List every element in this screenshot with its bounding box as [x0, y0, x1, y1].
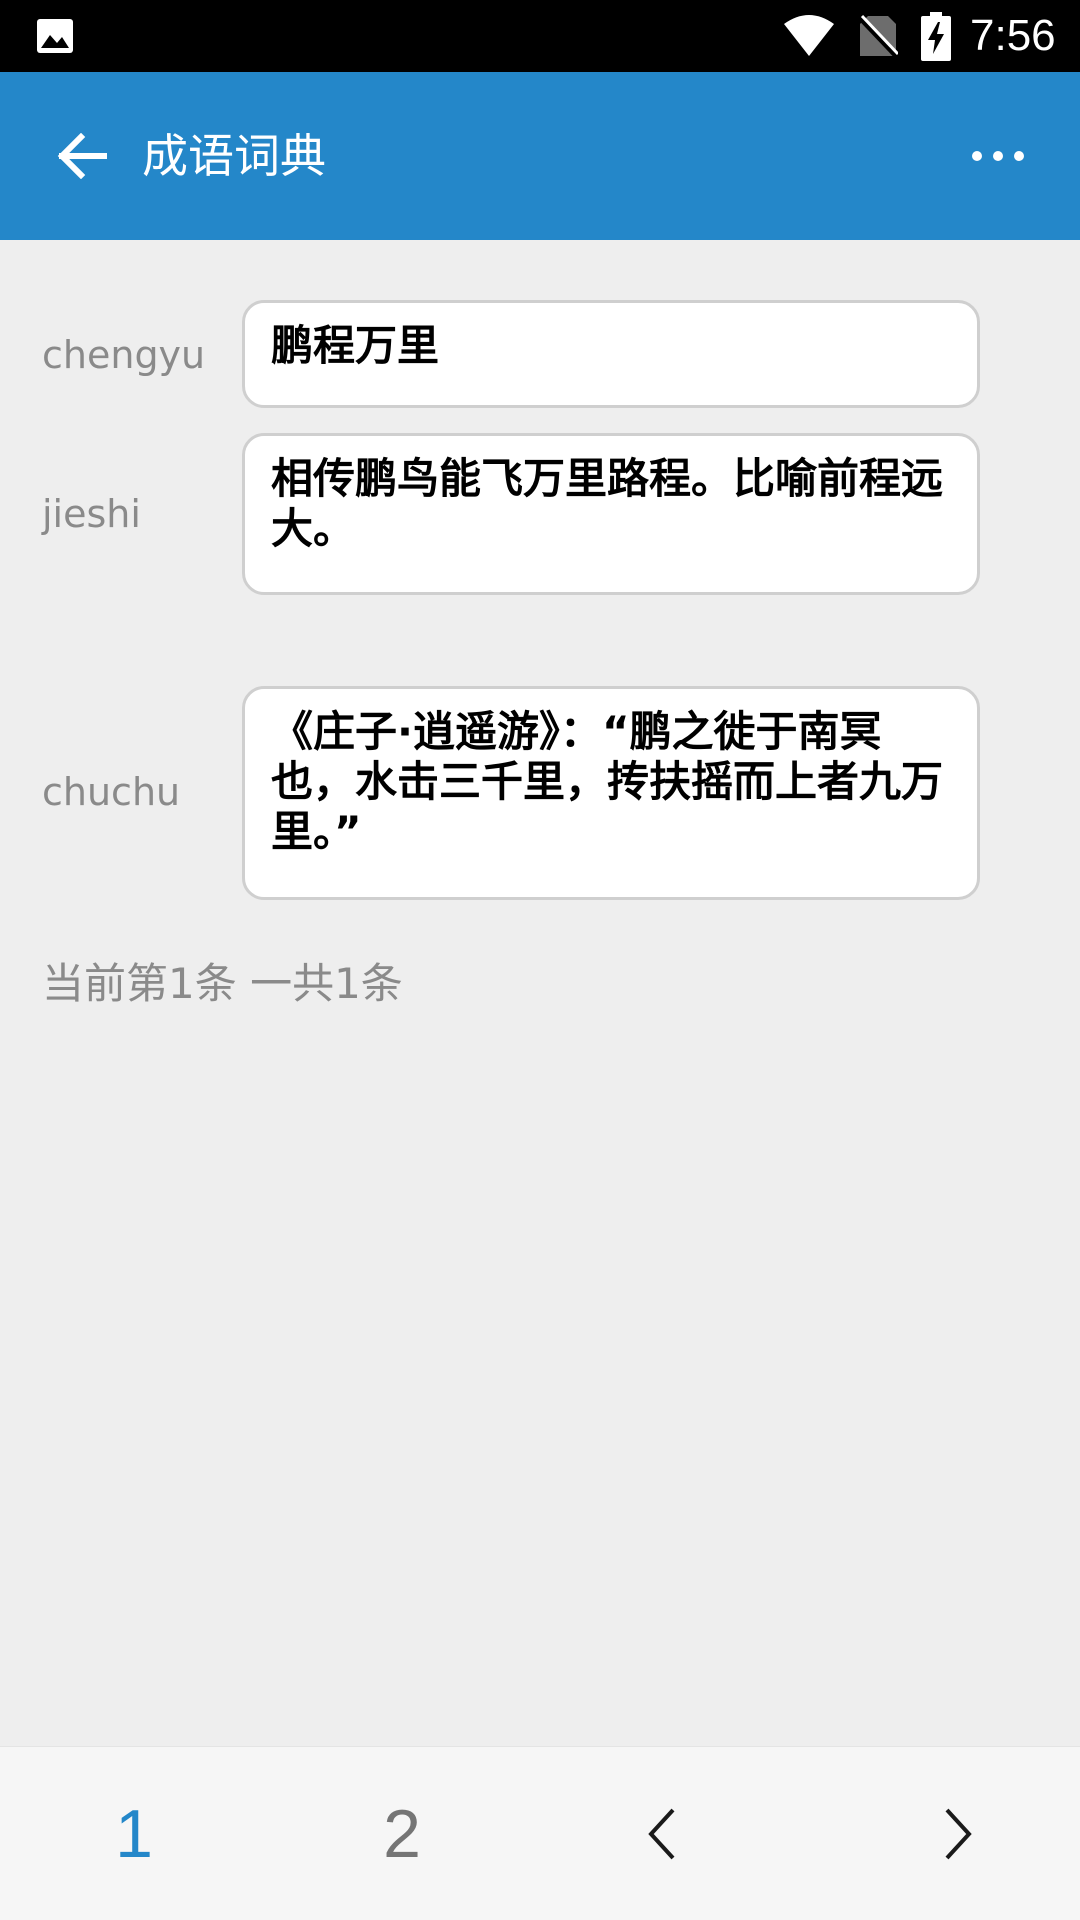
next-button[interactable] — [858, 1747, 1058, 1920]
chengyu-field[interactable]: 鹏程万里 — [242, 300, 980, 408]
status-time: 7:56 — [970, 11, 1056, 60]
record-counter: 当前第1条 一共1条 — [42, 959, 403, 1008]
chevron-left-icon — [648, 1808, 675, 1860]
arrow-left-icon — [57, 133, 107, 179]
jieshi-field[interactable]: 相传鹏鸟能飞万里路程。比喻前程远大。 — [242, 433, 980, 595]
page-1-button[interactable]: 1 — [34, 1747, 234, 1920]
screen: 7:56 成语词典 chengyu 鹏程万里 jieshi 相传鹏鸟能飞万里路程… — [0, 0, 1080, 1920]
battery-charging-icon — [921, 12, 951, 61]
chevron-right-icon — [945, 1808, 972, 1860]
bottom-nav: 1 2 — [0, 1746, 1080, 1920]
jieshi-label: jieshi — [42, 492, 141, 536]
status-bar: 7:56 — [0, 0, 1080, 72]
no-sim-icon — [858, 14, 898, 58]
app-bar: 成语词典 — [0, 72, 1080, 240]
more-options-button[interactable] — [952, 116, 1044, 196]
page-title: 成语词典 — [142, 129, 326, 183]
chengyu-label: chengyu — [42, 333, 206, 377]
chuchu-label: chuchu — [42, 770, 181, 814]
back-button[interactable] — [40, 116, 124, 196]
page-2-button[interactable]: 2 — [302, 1747, 502, 1920]
previous-button[interactable] — [562, 1747, 762, 1920]
more-horizontal-icon — [972, 151, 1024, 161]
gallery-icon — [37, 19, 73, 53]
wifi-icon — [784, 15, 834, 56]
chuchu-field[interactable]: 《庄子·逍遥游》：“鹏之徙于南冥也，水击三千里，抟扶摇而上者九万里。” — [242, 686, 980, 900]
